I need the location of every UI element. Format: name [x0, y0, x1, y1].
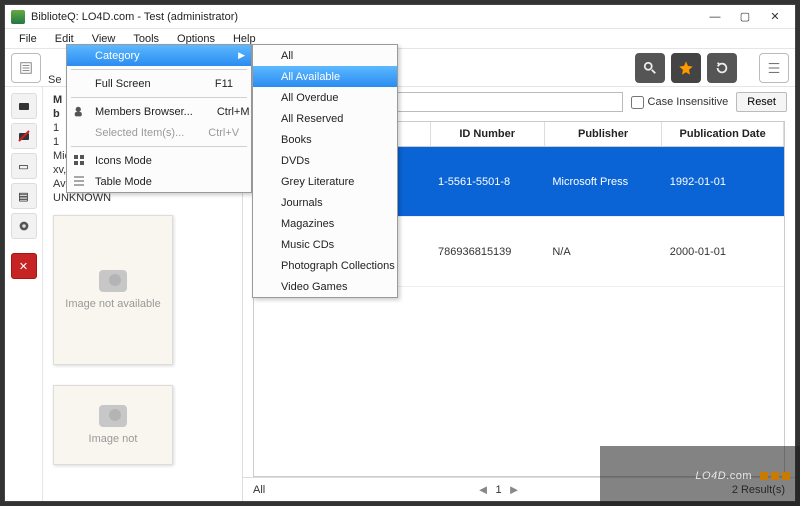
category-submenu: All All Available All Overdue All Reserv… [252, 44, 398, 298]
col-id[interactable]: ID Number [430, 122, 544, 147]
members-icon [73, 105, 87, 119]
case-insensitive-toggle[interactable]: Case Insensitive [631, 96, 729, 109]
maximize-button[interactable]: ▢ [731, 8, 759, 26]
camera-icon [99, 405, 127, 427]
vertical-toolbar: ▭ ▤ ✕ [5, 87, 43, 501]
submenu-all[interactable]: All [253, 45, 397, 66]
case-insensitive-label: Case Insensitive [648, 96, 729, 108]
menu-members-browser[interactable]: Members Browser... Ctrl+M [67, 101, 251, 122]
menu-icons-mode[interactable]: Icons Mode [67, 150, 251, 171]
submenu-arrow-icon: ▶ [238, 50, 245, 61]
search-icon[interactable] [635, 53, 665, 83]
menu-category[interactable]: Category ▶ [67, 45, 251, 66]
window-title: BiblioteQ: LO4D.com - Test (administrato… [31, 11, 701, 23]
search-label-fragment: Se [48, 74, 61, 86]
row-id: 786936815139 [430, 217, 544, 287]
menu-file[interactable]: File [11, 31, 45, 47]
titlebar: BiblioteQ: LO4D.com - Test (administrato… [5, 5, 795, 29]
submenu-books[interactable]: Books [253, 129, 397, 150]
row-date: 2000-01-01 [662, 217, 784, 287]
detail-line0: M [53, 94, 62, 106]
vtool-item4-icon[interactable]: ▤ [11, 183, 37, 209]
detail-line1: b [53, 108, 60, 120]
app-icon [11, 10, 25, 24]
icons-mode-icon [73, 154, 87, 168]
submenu-all-reserved[interactable]: All Reserved [253, 108, 397, 129]
menu-table-mode[interactable]: Table Mode [67, 171, 251, 192]
vtool-item3-icon[interactable]: ▭ [11, 153, 37, 179]
row-date: 1992-01-01 [662, 147, 784, 217]
vtool-disconnect-icon[interactable] [11, 123, 37, 149]
submenu-video-games[interactable]: Video Games [253, 276, 397, 297]
detail-status: UNKNOWN [53, 191, 232, 205]
minimize-button[interactable]: — [701, 8, 729, 26]
vtool-delete-icon[interactable]: ✕ [11, 253, 37, 279]
col-date[interactable]: Publication Date [662, 122, 784, 147]
thumb2-label: Image not [89, 433, 138, 445]
menu-fullscreen[interactable]: Full Screen F11 [67, 73, 251, 94]
page-prev-icon[interactable]: ◄ [477, 482, 490, 497]
vtool-settings-icon[interactable] [11, 213, 37, 239]
submenu-grey-literature[interactable]: Grey Literature [253, 171, 397, 192]
menu-selected-items: Selected Item(s)... Ctrl+V [67, 122, 251, 143]
col-publisher[interactable]: Publisher [544, 122, 661, 147]
status-filter: All [253, 484, 265, 496]
cover-thumbnail[interactable]: Image not available [53, 215, 173, 365]
vtool-connect-icon[interactable] [11, 93, 37, 119]
submenu-photograph-collections[interactable]: Photograph Collections [253, 255, 397, 276]
toolbar-doc-icon[interactable] [11, 53, 41, 83]
page-number: 1 [495, 484, 501, 496]
thumb-label: Image not available [65, 298, 160, 310]
reload-icon[interactable] [707, 53, 737, 83]
submenu-all-available[interactable]: All Available [253, 66, 397, 87]
row-id: 1-5561-5501-8 [430, 147, 544, 217]
submenu-music-cds[interactable]: Music CDs [253, 234, 397, 255]
view-menu-dropdown: Category ▶ Full Screen F11 Members Brows… [66, 44, 252, 193]
page-next-icon[interactable]: ► [508, 482, 521, 497]
watermark-text: LO4D [695, 470, 726, 482]
watermark: LO4D.com [600, 446, 800, 506]
submenu-journals[interactable]: Journals [253, 192, 397, 213]
row-publisher: N/A [544, 217, 661, 287]
row-publisher: Microsoft Press [544, 147, 661, 217]
reset-button[interactable]: Reset [736, 92, 787, 112]
camera-icon [99, 270, 127, 292]
cover-thumbnail-2[interactable]: Image not [53, 385, 173, 465]
submenu-dvds[interactable]: DVDs [253, 150, 397, 171]
case-insensitive-checkbox[interactable] [631, 96, 644, 109]
table-mode-icon [73, 175, 87, 189]
list-view-icon[interactable] [759, 53, 789, 83]
submenu-magazines[interactable]: Magazines [253, 213, 397, 234]
submenu-all-overdue[interactable]: All Overdue [253, 87, 397, 108]
close-button[interactable]: ✕ [761, 8, 789, 26]
star-icon[interactable] [671, 53, 701, 83]
